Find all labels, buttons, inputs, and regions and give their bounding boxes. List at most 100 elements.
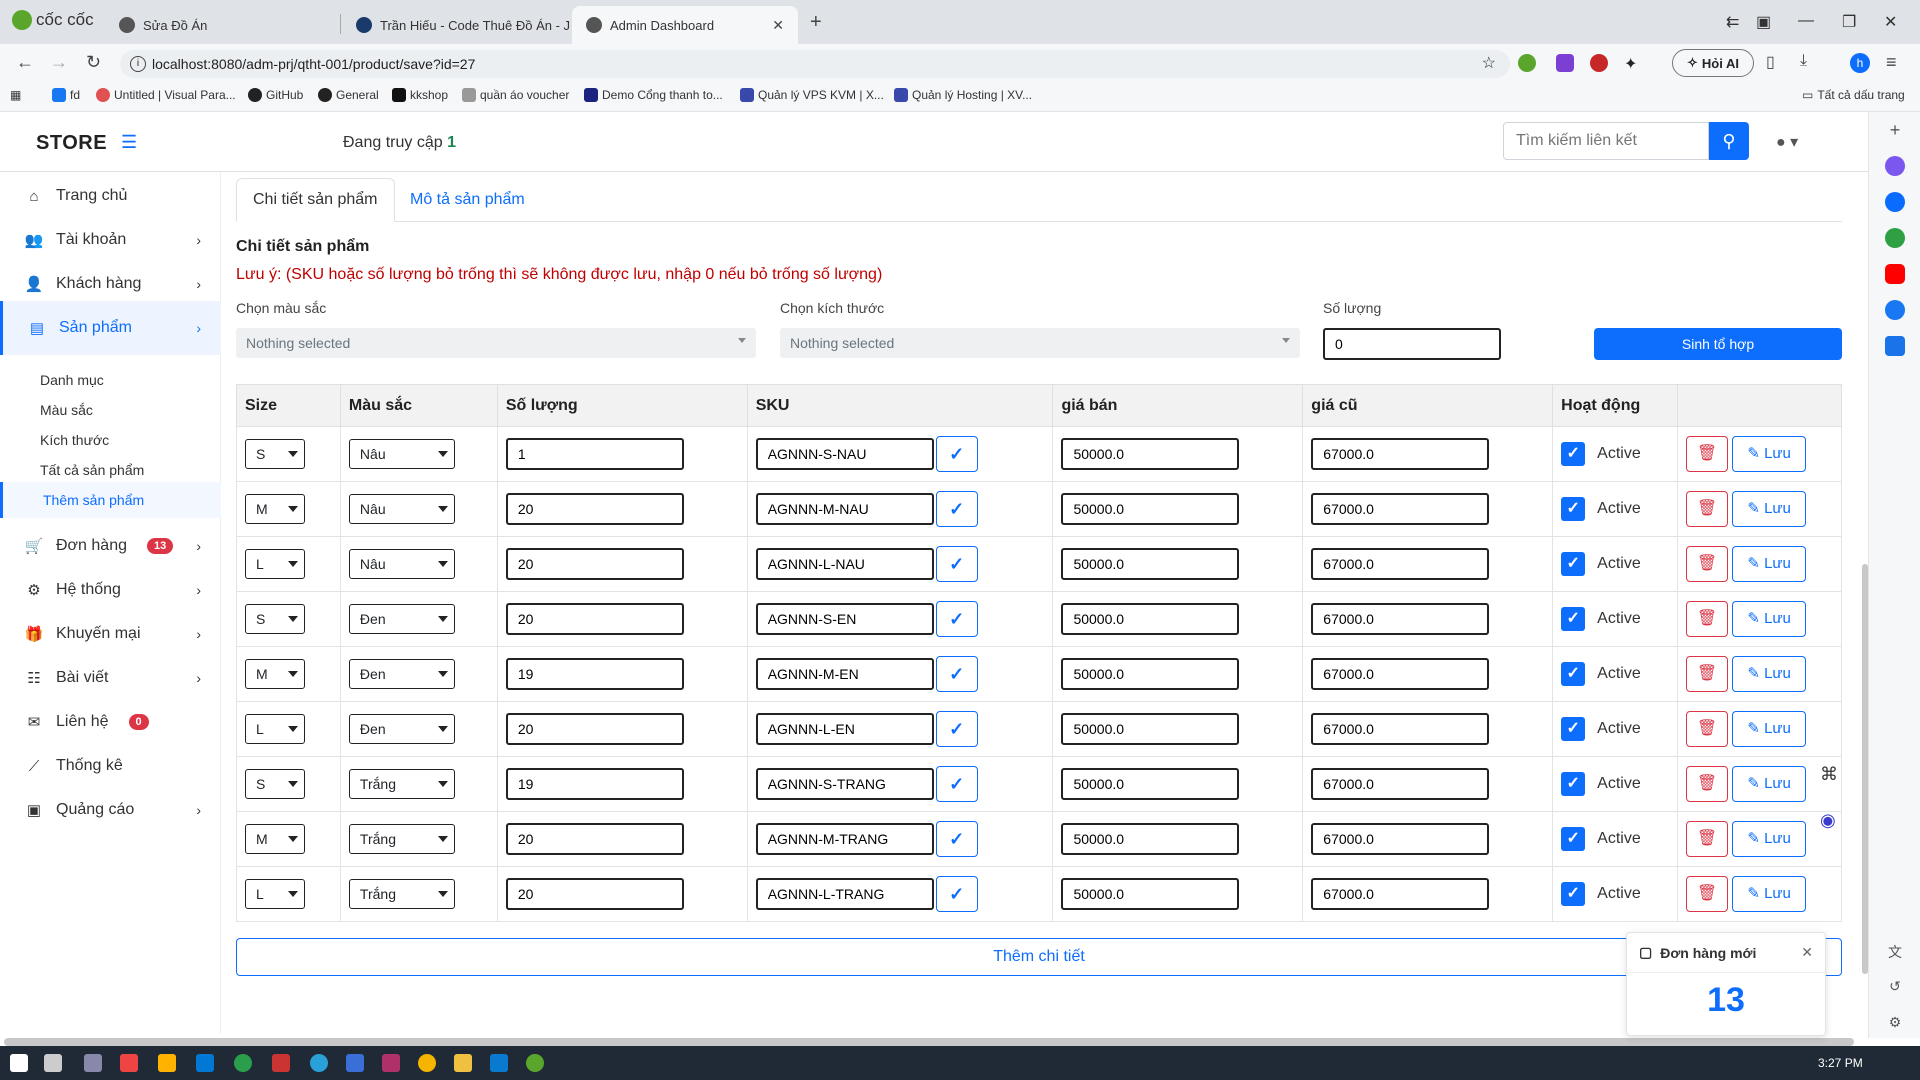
bookmark-item[interactable]: quần áo voucher [462,88,569,102]
delete-button[interactable]: 🗑 [1686,436,1729,472]
reload-icon[interactable]: ↻ [86,52,101,73]
assistant-bot-icon[interactable]: ◉ [1820,810,1836,831]
browser-tab[interactable]: Sửa Đồ Án [105,6,340,44]
color-select[interactable]: Trắng [348,879,455,909]
quantity-field[interactable] [505,878,684,910]
reading-view-icon[interactable]: ▯ [1766,52,1775,72]
quantity-field[interactable] [505,493,684,525]
bookmark-star-icon[interactable]: ☆ [1482,53,1496,73]
check-sku-button[interactable]: ✓ [935,436,978,472]
horizontal-scrollbar[interactable] [4,1038,1854,1046]
save-row-button[interactable]: ✎ Lưu [1732,601,1807,637]
app-icon[interactable] [346,1054,364,1072]
size-select[interactable]: S [245,439,305,469]
sidebar-item-products[interactable]: ▤ Sản phẩm › [0,301,221,355]
bookmark-item[interactable]: Quản lý Hosting | XV... [894,88,1032,102]
save-row-button[interactable]: ✎ Lưu [1732,436,1807,472]
delete-button[interactable]: 🗑 [1686,821,1729,857]
color-select[interactable]: Nâu [348,439,455,469]
active-checkbox[interactable]: ✓ [1561,717,1586,741]
check-sku-button[interactable]: ✓ [935,546,978,582]
forward-icon[interactable]: → [50,52,68,73]
delete-button[interactable]: 🗑 [1686,766,1729,802]
sidebar-item-posts[interactable]: ☷ Bài viết › [0,654,221,702]
old-price-field[interactable] [1311,493,1490,525]
old-price-field[interactable] [1311,823,1490,855]
quantity-field[interactable] [505,823,684,855]
sku-field[interactable] [755,658,934,690]
color-select[interactable]: Nâu [348,549,455,579]
edge-icon[interactable] [234,1054,252,1072]
profile-avatar[interactable]: h [1850,53,1870,73]
sidebar-item-system[interactable]: ⚙ Hệ thống › [0,566,221,614]
active-checkbox[interactable]: ✓ [1561,882,1586,906]
price-field[interactable] [1061,878,1240,910]
active-checkbox[interactable]: ✓ [1561,662,1586,686]
check-sku-button[interactable]: ✓ [935,491,978,527]
telegram-icon[interactable] [310,1054,328,1072]
sidebar-item-ads[interactable]: ▣ Quảng cáo › [0,786,221,834]
sku-field[interactable] [755,713,934,745]
bookmark-item[interactable]: Demo Cổng thanh to... [584,88,723,102]
active-checkbox[interactable]: ✓ [1561,772,1586,796]
quantity-field[interactable] [505,658,684,690]
hamburger-icon[interactable]: ☰ [121,132,137,153]
search-button[interactable]: ⚲ [1709,122,1749,160]
search-input[interactable] [1503,122,1709,160]
old-price-field[interactable] [1311,878,1490,910]
menu-icon[interactable]: ≡ [1886,52,1897,73]
app-icon[interactable] [84,1054,102,1072]
sku-field[interactable] [755,603,934,635]
price-field[interactable] [1061,823,1240,855]
quantity-field[interactable] [505,438,684,470]
old-price-field[interactable] [1311,768,1490,800]
check-sku-button[interactable]: ✓ [935,766,978,802]
size-select[interactable]: L [245,549,305,579]
price-field[interactable] [1061,548,1240,580]
sidebar-sub-add-product[interactable]: Thêm sản phẩm [0,482,221,518]
delete-button[interactable]: 🗑 [1686,601,1729,637]
extension-icon[interactable] [1590,54,1608,72]
zalo-icon[interactable] [1885,192,1905,212]
app-icon[interactable] [120,1054,138,1072]
restore-icon[interactable]: ❐ [1842,12,1856,32]
close-icon[interactable]: ✕ [1801,944,1813,961]
old-price-field[interactable] [1311,438,1490,470]
minimize-icon[interactable]: — [1798,12,1814,30]
sku-field[interactable] [755,823,934,855]
color-select[interactable]: Đen [348,714,455,744]
url-bar[interactable]: i localhost:8080/adm-prj/qtht-001/produc… [120,50,1510,78]
quantity-field[interactable] [505,713,684,745]
old-price-field[interactable] [1311,548,1490,580]
youtube-icon[interactable] [1885,264,1905,284]
active-checkbox[interactable]: ✓ [1561,552,1586,576]
tab-product-description[interactable]: Mô tả sản phẩm [394,178,541,222]
check-sku-button[interactable]: ✓ [935,821,978,857]
back-icon[interactable]: ← [16,52,34,73]
size-multiselect[interactable]: Nothing selected [780,328,1300,358]
quantity-field[interactable] [505,768,684,800]
chrome-icon[interactable] [418,1054,436,1072]
check-sku-button[interactable]: ✓ [935,711,978,747]
old-price-field[interactable] [1311,713,1490,745]
color-select[interactable]: Đen [348,659,455,689]
save-row-button[interactable]: ✎ Lưu [1732,766,1807,802]
sku-field[interactable] [755,768,934,800]
size-select[interactable]: M [245,494,305,524]
check-sku-button[interactable]: ✓ [935,876,978,912]
facebook-icon[interactable] [1885,300,1905,320]
user-menu[interactable]: ● ▾ [1776,132,1798,152]
sidebar-item-contact[interactable]: ✉ Liên hệ 0 [0,698,221,746]
messenger-icon[interactable] [1885,156,1905,176]
color-select[interactable]: Nâu [348,494,455,524]
delete-button[interactable]: 🗑 [1686,491,1729,527]
bookmark-item[interactable]: Quản lý VPS KVM | X... [740,88,884,102]
save-row-button[interactable]: ✎ Lưu [1732,546,1807,582]
download-icon[interactable]: ⤓ [1800,52,1807,70]
puzzle-icon[interactable]: ✦ [1624,54,1642,73]
old-price-field[interactable] [1311,603,1490,635]
size-select[interactable]: L [245,879,305,909]
sku-field[interactable] [755,878,934,910]
bookmark-item[interactable]: GitHub [248,88,303,102]
intellij-icon[interactable] [382,1054,400,1072]
